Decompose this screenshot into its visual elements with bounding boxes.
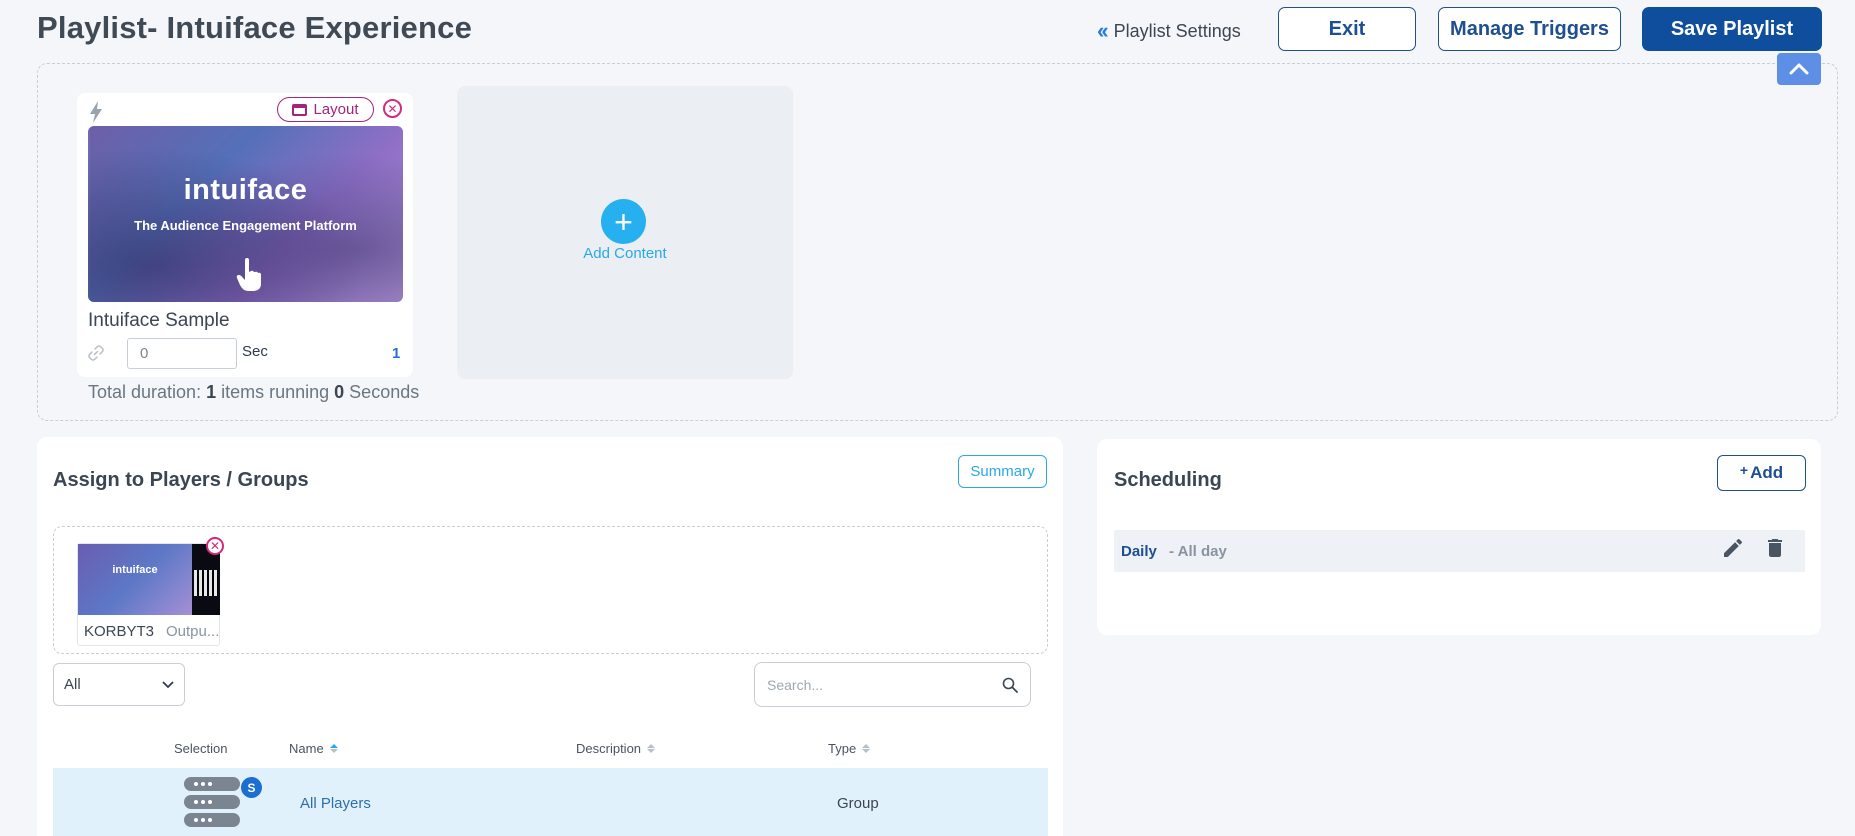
item-order-number: 1	[392, 345, 401, 362]
assigned-player-name: KORBYT3	[84, 623, 155, 640]
chevron-up-icon	[1789, 63, 1809, 75]
page-title: Playlist- Intuiface Experience	[37, 10, 473, 45]
search-icon	[1002, 677, 1018, 693]
add-schedule-button[interactable]: + Add	[1717, 455, 1806, 491]
remove-item-icon[interactable]: ✕	[383, 99, 402, 118]
save-playlist-button[interactable]: Save Playlist	[1642, 7, 1822, 51]
column-type[interactable]: Type	[828, 741, 871, 756]
window-icon	[292, 103, 308, 116]
add-content-label[interactable]: Add Content	[457, 245, 793, 262]
total-middle: items running	[216, 382, 335, 402]
sort-icon	[329, 744, 338, 753]
schedule-time: - All day	[1169, 543, 1227, 560]
sort-icon	[862, 744, 871, 753]
qr-code-icon	[194, 570, 218, 596]
player-filter-select[interactable]: All	[53, 663, 185, 706]
schedule-frequency: Daily	[1121, 543, 1157, 560]
content-name: Intuiface Sample	[88, 310, 230, 331]
assign-title: Assign to Players / Groups	[53, 469, 309, 491]
edit-icon[interactable]	[1721, 536, 1745, 560]
assigned-player-description: Outpu...	[166, 623, 220, 640]
search-placeholder: Search...	[767, 676, 824, 693]
column-name[interactable]: Name	[289, 741, 338, 756]
bolt-icon[interactable]	[88, 101, 104, 123]
row-type: Group	[837, 795, 879, 812]
remove-player-icon[interactable]: ✕	[206, 537, 224, 555]
layout-label: Layout	[313, 101, 359, 118]
exit-button[interactable]: Exit	[1278, 7, 1416, 51]
double-chevron-left-icon: ‹‹	[1097, 18, 1109, 43]
chevron-down-icon	[162, 680, 174, 688]
server-group-icon[interactable]	[184, 777, 242, 831]
trash-icon[interactable]	[1763, 536, 1787, 560]
row-name[interactable]: All Players	[300, 795, 371, 812]
thumb-tagline: The Audience Engagement Platform	[134, 218, 357, 233]
column-description[interactable]: Description	[576, 741, 656, 756]
player-thumb-logo: intuiface	[112, 564, 158, 576]
thumb-logo: intuiface	[183, 174, 308, 206]
summary-button[interactable]: Summary	[958, 455, 1047, 488]
plus-icon[interactable]: +	[601, 199, 646, 244]
playlist-settings-label: Playlist Settings	[1113, 20, 1241, 41]
group-badge: S	[241, 777, 262, 798]
playlist-settings-link[interactable]: ‹‹ Playlist Settings	[1097, 18, 1241, 44]
total-prefix: Total duration:	[88, 382, 207, 402]
column-name-label: Name	[289, 741, 324, 756]
scheduling-title: Scheduling	[1114, 469, 1222, 491]
collapse-button[interactable]	[1777, 53, 1821, 85]
column-selection: Selection	[174, 741, 227, 756]
total-duration: Total duration: 1 items running 0 Second…	[88, 382, 419, 403]
filter-value: All	[64, 676, 81, 693]
duration-unit: Sec	[242, 343, 268, 360]
column-type-label: Type	[828, 741, 857, 756]
hand-pointer-icon	[236, 258, 261, 291]
player-thumbnail: intuiface	[78, 544, 220, 615]
total-seconds: 0	[334, 382, 345, 402]
content-thumbnail[interactable]: intuiface The Audience Engagement Platfo…	[88, 126, 403, 302]
sort-icon	[647, 744, 656, 753]
search-input[interactable]: Search...	[754, 662, 1031, 707]
duration-input[interactable]: 0	[127, 338, 237, 369]
manage-triggers-button[interactable]: Manage Triggers	[1438, 7, 1621, 51]
column-selection-label: Selection	[174, 741, 228, 756]
total-suffix: Seconds	[344, 382, 420, 402]
link-icon[interactable]	[88, 345, 104, 361]
add-schedule-label: Add	[1750, 463, 1784, 482]
plus-icon: +	[1739, 462, 1749, 478]
column-description-label: Description	[576, 741, 642, 756]
layout-badge[interactable]: Layout	[277, 97, 374, 122]
total-items: 1	[206, 382, 217, 402]
